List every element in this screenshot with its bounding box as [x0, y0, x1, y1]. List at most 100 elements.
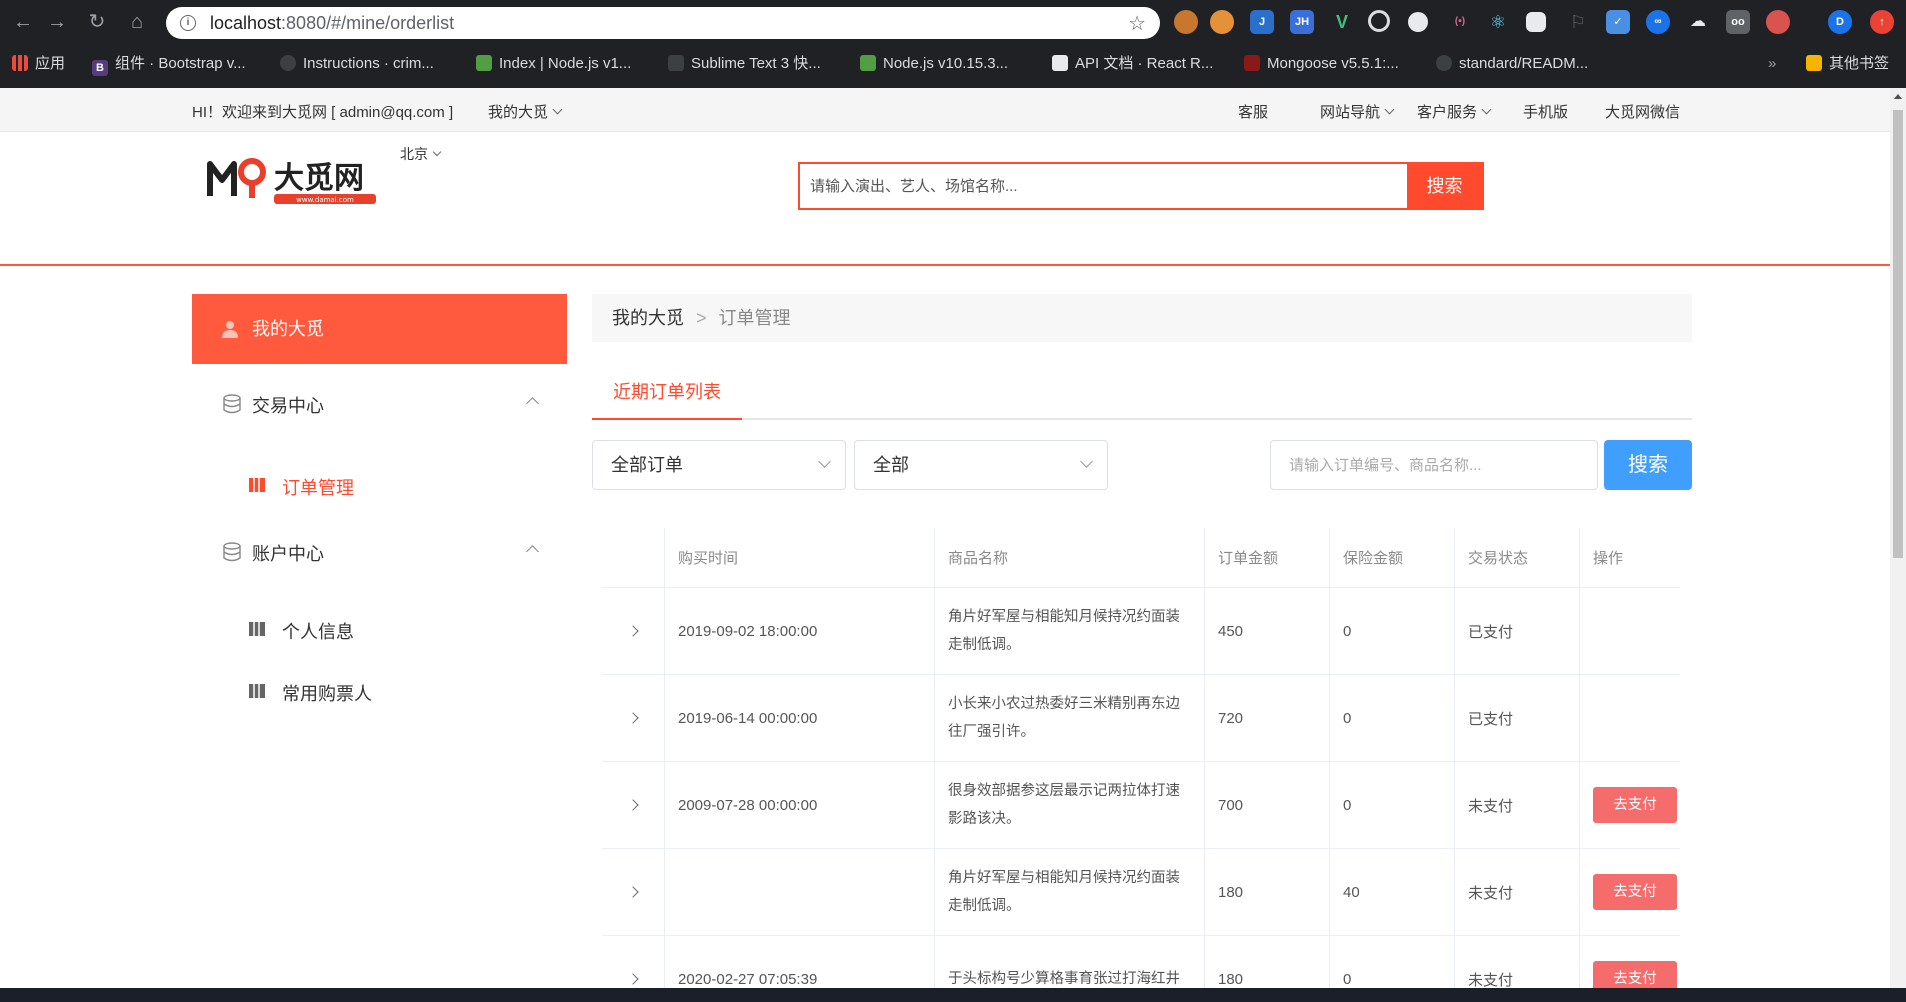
chevron-down-icon	[818, 455, 831, 468]
order-search-button[interactable]: 搜索	[1604, 440, 1692, 490]
reload-icon[interactable]: ↻	[86, 11, 108, 33]
bookmark-other[interactable]: 其他书签	[1806, 54, 1889, 74]
chevron-right-icon	[627, 625, 639, 637]
cell-actions	[1579, 675, 1680, 761]
cell-insurance-amount-text: 40	[1343, 883, 1360, 901]
chevron-down-icon	[552, 104, 563, 115]
bookmark-instructions[interactable]: Instructions · crim...	[280, 54, 434, 74]
brackets-extension-icon[interactable]: (•)	[1448, 10, 1472, 34]
sidebar-item-personal-info[interactable]: 个人信息	[192, 616, 567, 646]
row-expand-cell[interactable]	[602, 762, 664, 848]
profile-avatar[interactable]: D	[1828, 10, 1852, 34]
cell-purchase-time: 2020-02-27 07:05:39	[664, 936, 934, 988]
cell-insurance-amount: 0	[1329, 762, 1454, 848]
extensions-bar: J JH V (•) ⚛ ⚐ ✓ ∞ ☁ oo D ↑	[1170, 10, 1900, 36]
cell-order-amount-text: 720	[1218, 709, 1244, 727]
link-customer-service[interactable]: 客服	[1238, 101, 1268, 122]
damai-logo[interactable]: 大觅网 www.damai.com	[206, 150, 381, 210]
sidebar-group-account[interactable]: 账户中心	[192, 538, 567, 568]
city-selector[interactable]: 北京	[400, 144, 442, 164]
back-icon[interactable]: ←	[12, 11, 34, 33]
cell-trade-status: 未支付	[1454, 936, 1579, 988]
address-bar[interactable]: i localhost:8080/#/mine/orderlist ☆	[166, 7, 1160, 39]
page-scrollbar[interactable]	[1890, 88, 1906, 988]
row-expand-cell[interactable]	[602, 936, 664, 988]
site-nav-dropdown[interactable]: 网站导航	[1320, 101, 1395, 122]
vue-extension-icon[interactable]: V	[1330, 10, 1354, 34]
book-icon	[1052, 55, 1068, 71]
order-type-select[interactable]: 全部订单	[592, 440, 846, 490]
bookmark-sublime[interactable]: Sublime Text 3 快...	[668, 54, 821, 74]
cell-trade-status-text: 未支付	[1468, 797, 1514, 815]
infinity-extension-icon[interactable]: ∞	[1646, 10, 1670, 34]
bookmark-apps[interactable]: 应用	[12, 54, 65, 74]
pay-button[interactable]: 去支付	[1593, 787, 1677, 823]
site-search-button[interactable]: 搜索	[1407, 164, 1482, 208]
my-damai-dropdown[interactable]: 我的大觅	[488, 101, 563, 122]
link-mobile[interactable]: 手机版	[1523, 101, 1568, 122]
sidebar-group-trading[interactable]: 交易中心	[192, 390, 567, 420]
bookmark-bootstrap[interactable]: B 组件 · Bootstrap v...	[92, 54, 246, 76]
tab-recent-orders[interactable]: 近期订单列表	[592, 374, 742, 420]
header-order-amount: 订单金额	[1204, 528, 1329, 587]
sidebar-item-ticket-buyers[interactable]: 常用购票人	[192, 678, 567, 708]
order-status-select[interactable]: 全部	[854, 440, 1108, 490]
bookmark-star-icon[interactable]: ☆	[1128, 11, 1146, 36]
cell-trade-status: 已支付	[1454, 675, 1579, 761]
jh-extension-icon[interactable]: JH	[1290, 10, 1314, 34]
pay-button[interactable]: 去支付	[1593, 874, 1677, 910]
cloud-extension-icon[interactable]: ☁	[1686, 10, 1710, 34]
fox-extension-icon[interactable]	[1210, 10, 1234, 34]
chevron-down-icon	[1481, 104, 1492, 115]
update-icon[interactable]: ↑	[1870, 10, 1894, 34]
breadcrumb: 我的大觅 > 订单管理	[592, 294, 1692, 342]
chevron-down-icon	[1080, 455, 1093, 468]
sidebar-item-order-management[interactable]: 订单管理	[192, 472, 567, 502]
cell-insurance-amount-text: 0	[1343, 796, 1352, 814]
table-header: 购买时间 商品名称 订单金额 保险金额 交易状态 操作	[602, 528, 1680, 588]
j-extension-icon[interactable]: J	[1250, 10, 1274, 34]
forward-icon[interactable]: →	[46, 11, 68, 33]
link-wechat[interactable]: 大觅网微信	[1605, 101, 1680, 122]
bookmark-nodejs[interactable]: Index | Node.js v1...	[476, 54, 631, 74]
bookmark-extension-icon[interactable]: ⚐	[1566, 10, 1590, 34]
mongoose-icon	[1244, 55, 1260, 71]
bookmark-node-v10[interactable]: Node.js v10.15.3...	[860, 54, 1008, 74]
scroll-up-icon[interactable]	[1894, 94, 1902, 99]
row-expand-cell[interactable]	[602, 675, 664, 761]
client-service-dropdown[interactable]: 客户服务	[1417, 101, 1492, 122]
home-icon[interactable]: ⌂	[126, 11, 148, 33]
chevron-up-icon	[526, 545, 539, 558]
bookmark-mongoose[interactable]: Mongoose v5.5.1:...	[1244, 54, 1399, 74]
browser-toolbar: ← → ↻ ⌂ i localhost:8080/#/mine/orderlis…	[0, 0, 1906, 46]
cookie-extension-icon[interactable]	[1174, 10, 1198, 34]
pay-button[interactable]: 去支付	[1593, 961, 1677, 988]
mask-extension-icon[interactable]	[1766, 10, 1790, 34]
react-extension-icon[interactable]: ⚛	[1486, 10, 1510, 34]
more-bookmarks-icon[interactable]: »	[1768, 54, 1776, 74]
cell-product-name: 小长来小农过热委好三米精别再东边往厂强引许。	[934, 675, 1204, 761]
cell-purchase-time-text: 2019-06-14 00:00:00	[678, 709, 818, 727]
cell-order-amount: 180	[1204, 936, 1329, 988]
chevron-up-icon	[526, 397, 539, 410]
address-url[interactable]: localhost:8080/#/mine/orderlist	[210, 13, 454, 34]
site-info-icon[interactable]: i	[180, 15, 196, 31]
chevron-down-icon	[1384, 104, 1395, 115]
bookmark-standard[interactable]: standard/READM...	[1436, 54, 1588, 74]
bookmark-react[interactable]: API 文档 · React R...	[1052, 54, 1213, 74]
scrollbar-thumb[interactable]	[1893, 110, 1903, 558]
check-extension-icon[interactable]: ✓	[1606, 10, 1630, 34]
eyes-extension-icon[interactable]: oo	[1726, 10, 1750, 34]
order-search-input[interactable]	[1271, 441, 1597, 489]
site-search-input[interactable]	[800, 164, 1407, 208]
target-extension-icon[interactable]	[1368, 10, 1390, 32]
cell-actions	[1579, 588, 1680, 674]
circle-extension-icon[interactable]	[1408, 12, 1428, 32]
row-expand-cell[interactable]	[602, 588, 664, 674]
sidebar-title[interactable]: 我的大觅	[192, 294, 567, 364]
breadcrumb-my-damai[interactable]: 我的大觅	[612, 308, 684, 328]
cell-order-amount: 180	[1204, 849, 1329, 935]
table-row: 2020-02-27 07:05:39 于头标构号少算格事育张过打海红井 180 0 未…	[602, 936, 1680, 988]
row-expand-cell[interactable]	[602, 849, 664, 935]
link-extension-icon[interactable]	[1526, 12, 1546, 32]
